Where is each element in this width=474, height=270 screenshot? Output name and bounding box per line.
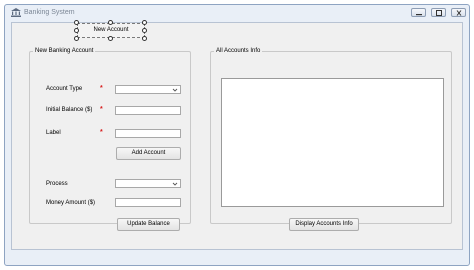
process-label: Process [46, 181, 68, 187]
maximize-icon [436, 10, 442, 16]
add-account-button[interactable]: Add Account [116, 147, 181, 160]
minimize-button[interactable] [411, 8, 426, 17]
new-account-button-selection: New Account [74, 20, 147, 41]
required-marker: * [100, 106, 103, 113]
window-title: Banking System [24, 9, 75, 16]
process-select[interactable] [115, 179, 181, 188]
new-account-group-title: New Banking Account [33, 48, 96, 54]
resize-handle[interactable] [74, 28, 79, 33]
close-button[interactable] [451, 8, 466, 17]
resize-handle[interactable] [108, 36, 113, 41]
chevron-down-icon [172, 88, 178, 92]
resize-handle[interactable] [142, 28, 147, 33]
initial-balance-input[interactable] [115, 106, 181, 115]
resize-handle[interactable] [142, 36, 147, 41]
minimize-icon [416, 14, 422, 16]
initial-balance-label: Initial Balance ($) [46, 107, 93, 113]
required-marker: * [100, 129, 103, 136]
account-type-label: Account Type [46, 86, 83, 92]
title-bar[interactable]: Banking System [5, 5, 469, 21]
required-marker: * [100, 85, 103, 92]
close-icon [456, 10, 462, 16]
resize-handle[interactable] [74, 36, 79, 41]
display-accounts-button[interactable]: Display Accounts Info [289, 218, 359, 231]
resize-handle[interactable] [142, 20, 147, 25]
chevron-down-icon [172, 182, 178, 186]
resize-handle[interactable] [108, 20, 113, 25]
update-balance-button[interactable]: Update Balance [117, 218, 180, 231]
accounts-info-list[interactable] [221, 78, 444, 207]
money-amount-label: Money Amount ($) [46, 200, 96, 206]
label-input[interactable] [115, 129, 181, 138]
account-type-select[interactable] [115, 85, 181, 94]
maximize-button[interactable] [431, 8, 446, 17]
bank-icon [11, 8, 21, 17]
money-amount-input[interactable] [115, 198, 181, 207]
resize-handle[interactable] [74, 20, 79, 25]
accounts-info-group-title: All Accounts Info [214, 48, 263, 54]
label-field-label: Label [46, 130, 61, 136]
